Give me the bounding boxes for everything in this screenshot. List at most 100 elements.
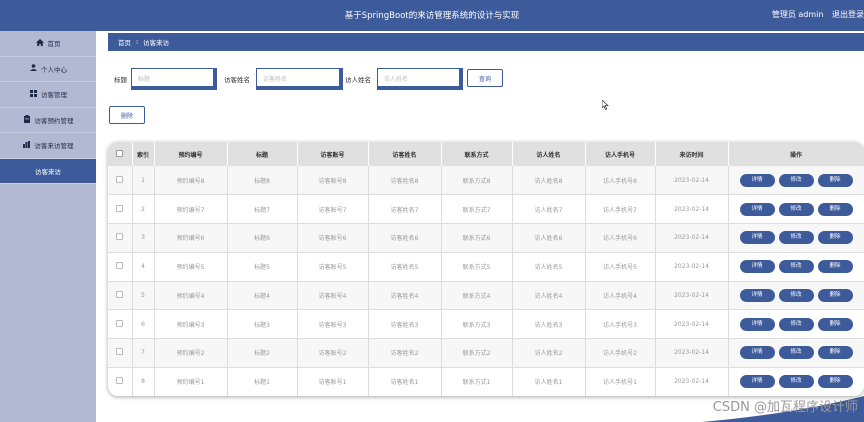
column-header: 操作: [728, 142, 864, 166]
table-header-row: 索引 预约编号 标题 访客账号 访客姓名 联系方式 访人姓名 访人手机号 来访时…: [108, 142, 864, 166]
table-cell: 标题1: [227, 367, 298, 396]
host-name-input[interactable]: 访人姓名: [377, 68, 463, 90]
table-cell: 2023-02-14: [655, 281, 729, 311]
detail-button[interactable]: 详情: [739, 346, 775, 360]
table-cell: 访客账号5: [297, 252, 369, 282]
row-checkbox[interactable]: [116, 233, 124, 241]
detail-button[interactable]: 详情: [739, 173, 775, 187]
table-cell: 联系方式8: [441, 166, 513, 196]
table-cell: 访人手机号6: [585, 223, 656, 253]
sidebar-item-home[interactable]: 首页: [0, 31, 96, 57]
detail-button[interactable]: 详情: [739, 375, 775, 389]
table-cell: 访人手机号4: [585, 281, 656, 311]
detail-button[interactable]: 详情: [739, 202, 775, 216]
row-select-cell[interactable]: [108, 281, 133, 311]
table-cell: 2023-02-14: [655, 194, 729, 224]
table-cell: 联系方式6: [441, 223, 513, 253]
table-cell: 访客姓名6: [368, 223, 442, 253]
delete-button[interactable]: 删除: [817, 346, 853, 360]
row-checkbox[interactable]: [116, 262, 124, 270]
sidebar-item-visit-management[interactable]: 访客来访管理: [0, 133, 96, 159]
table-cell: 访人手机号2: [585, 338, 656, 368]
logout-link[interactable]: 退出登录: [832, 10, 864, 19]
row-select-cell[interactable]: [108, 309, 133, 339]
row-select-cell[interactable]: [108, 252, 133, 282]
delete-button[interactable]: 删除: [817, 317, 853, 331]
table-cell: 预约编号8: [154, 166, 228, 196]
edit-button[interactable]: 修改: [778, 375, 814, 389]
table-cell: 预约编号7: [154, 194, 228, 224]
detail-button[interactable]: 详情: [739, 317, 775, 331]
row-actions: 详情 修改 删除: [728, 252, 864, 282]
detail-button[interactable]: 详情: [739, 231, 775, 245]
table-cell: 2023-02-14: [655, 309, 729, 339]
delete-button[interactable]: 删除: [817, 231, 853, 245]
select-all-cell[interactable]: [108, 142, 133, 166]
column-header: 来访时间: [655, 142, 729, 166]
column-header: 访客姓名: [368, 142, 442, 166]
table-row: 2 预约编号7 标题7 访客账号7 访客姓名7 联系方式7 访人姓名7 访人手机号7 2023-…: [108, 194, 864, 224]
visits-table: 索引 预约编号 标题 访客账号 访客姓名 联系方式 访人姓名 访人手机号 来访时…: [108, 142, 864, 396]
title-input[interactable]: 标题: [131, 68, 217, 90]
row-checkbox[interactable]: [116, 319, 124, 327]
select-all-checkbox[interactable]: [116, 149, 124, 157]
table-cell: 访客账号2: [297, 338, 369, 368]
sidebar-item-visitors[interactable]: 访客管理: [0, 82, 96, 108]
sidebar-item-label: 访客来访: [35, 167, 61, 176]
row-checkbox[interactable]: [116, 290, 124, 298]
row-checkbox[interactable]: [116, 377, 124, 385]
column-header: 访人手机号: [585, 142, 656, 166]
delete-button[interactable]: 删除: [817, 173, 853, 187]
edit-button[interactable]: 修改: [778, 231, 814, 245]
table-cell: 访客账号8: [297, 166, 369, 196]
row-checkbox[interactable]: [116, 348, 124, 356]
table-cell: 预约编号6: [154, 223, 228, 253]
batch-delete-button[interactable]: 删除: [109, 106, 145, 124]
breadcrumb-home[interactable]: 首页: [118, 37, 131, 47]
table-cell: 访客姓名2: [368, 338, 442, 368]
table-cell: 访客姓名8: [368, 166, 442, 196]
row-select-cell[interactable]: [108, 367, 133, 396]
row-checkbox[interactable]: [116, 175, 124, 183]
edit-button[interactable]: 修改: [778, 346, 814, 360]
table-cell: 标题3: [227, 309, 298, 339]
detail-button[interactable]: 详情: [739, 260, 775, 274]
table-cell: 2023-02-14: [655, 367, 729, 396]
delete-button[interactable]: 删除: [817, 260, 853, 274]
row-select-cell[interactable]: [108, 338, 133, 368]
visitor-name-input[interactable]: 访客姓名: [256, 68, 343, 90]
edit-button[interactable]: 修改: [778, 260, 814, 274]
delete-button[interactable]: 删除: [817, 288, 853, 302]
column-header: 联系方式: [441, 142, 513, 166]
row-select-cell[interactable]: [108, 223, 133, 253]
delete-button[interactable]: 删除: [817, 202, 853, 216]
current-user: 管理员 admin: [771, 10, 824, 19]
row-select-cell[interactable]: [108, 166, 133, 196]
edit-button[interactable]: 修改: [778, 288, 814, 302]
sidebar-item-visits[interactable]: 访客来访: [0, 158, 96, 184]
edit-button[interactable]: 修改: [778, 317, 814, 331]
row-actions: 详情 修改 删除: [728, 166, 864, 196]
table-cell: 访客账号7: [297, 194, 369, 224]
row-select-cell[interactable]: [108, 194, 133, 224]
detail-button[interactable]: 详情: [739, 288, 775, 302]
edit-button[interactable]: 修改: [778, 202, 814, 216]
table-row: 7 预约编号2 标题2 访客账号2 访客姓名2 联系方式2 访人姓名2 访人手机号2 2023-…: [108, 338, 864, 368]
table-cell: 访客姓名5: [368, 252, 442, 282]
table-cell: 联系方式1: [441, 367, 513, 396]
table-cell: 访人手机号5: [585, 252, 656, 282]
sidebar-item-appointments[interactable]: 访客预约管理: [0, 107, 96, 133]
home-icon: [35, 38, 44, 48]
delete-button[interactable]: 删除: [817, 375, 853, 389]
table-cell: 联系方式2: [441, 338, 513, 368]
column-header: 索引: [132, 142, 155, 166]
edit-button[interactable]: 修改: [778, 173, 814, 187]
row-checkbox[interactable]: [116, 204, 124, 212]
row-actions: 详情 修改 删除: [728, 309, 864, 339]
table-cell: 联系方式5: [441, 252, 513, 282]
table-cell: 2: [132, 194, 155, 224]
query-button[interactable]: 查询: [467, 69, 503, 87]
sidebar-item-profile[interactable]: 个人中心: [0, 56, 96, 82]
top-bar: 基于SpringBoot的来访管理系统的设计与实现 管理员 admin 退出登录: [0, 0, 864, 31]
sidebar-item-label: 首页: [47, 40, 61, 49]
